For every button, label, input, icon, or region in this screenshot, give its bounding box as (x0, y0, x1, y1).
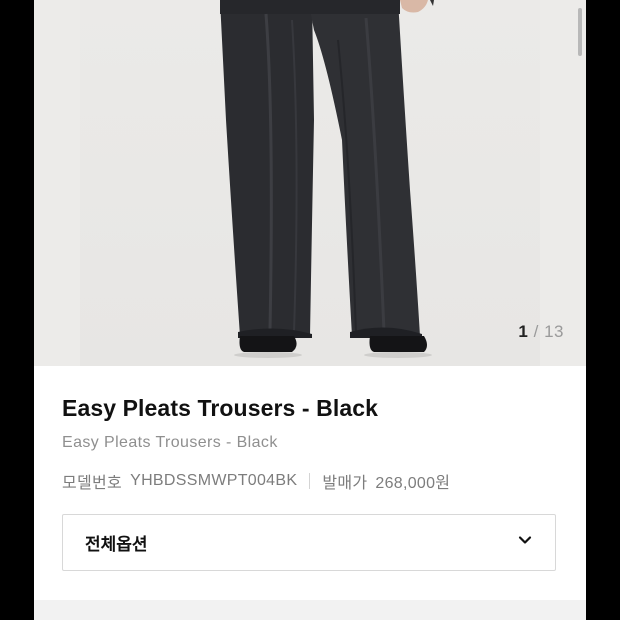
scrollbar[interactable] (578, 8, 582, 56)
product-photo (80, 0, 540, 366)
release-price-value: 268,000원 (375, 475, 451, 492)
chevron-down-icon (517, 532, 533, 553)
image-counter-separator: / (533, 322, 539, 341)
product-title: Easy Pleats Trousers - Black (62, 395, 379, 421)
option-select[interactable]: 전체옵션 (62, 514, 556, 571)
model-number-value: YHBDSSMWPT004BK (130, 472, 298, 489)
product-info: Easy Pleats Trousers - Black Easy Pleats… (62, 395, 558, 493)
product-detail-screen: 1 / 13 Easy Pleats Trousers - Black Easy… (34, 0, 586, 620)
trousers-image (220, 0, 434, 358)
product-subtitle: Easy Pleats Trousers - Black (62, 434, 278, 451)
meta-divider (309, 473, 311, 489)
product-image-gallery[interactable]: 1 / 13 (34, 0, 586, 366)
product-meta: 모델번호 YHBDSSMWPT004BK 발매가 268,000원 (62, 469, 558, 493)
image-counter-current: 1 (518, 322, 529, 341)
option-select-label: 전체옵션 (85, 535, 148, 554)
image-counter-total: 13 (544, 322, 564, 341)
section-divider (34, 600, 586, 620)
release-price-label: 발매가 (322, 475, 368, 492)
image-counter: 1 / 13 (518, 322, 564, 342)
model-number-label: 모델번호 (62, 475, 123, 492)
